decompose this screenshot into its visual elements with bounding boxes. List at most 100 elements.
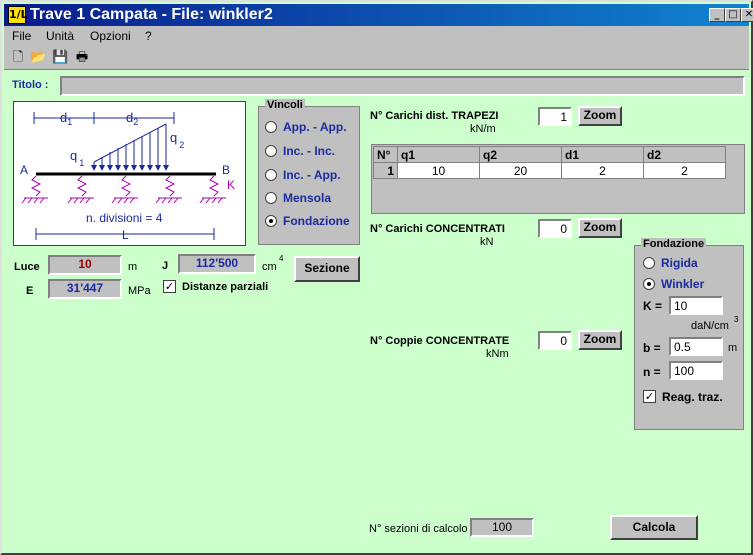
fondazione-group: Fondazione Rigida Winkler K = 10 daN/cm …	[634, 238, 744, 430]
save-disk-icon[interactable]: 💾	[52, 50, 68, 66]
spring-k-label: K	[227, 178, 235, 192]
close-button[interactable]: ✕	[741, 8, 753, 22]
zoom-trapezi-button[interactable]: Zoom	[578, 106, 622, 126]
b-input[interactable]: 0.5	[669, 337, 723, 356]
row-number: 1	[373, 162, 398, 179]
length-l-label: L	[122, 228, 129, 242]
e-unit: MPa	[128, 285, 151, 297]
radio-winkler-label: Winkler	[661, 277, 705, 291]
carichi-concentrati-unit: kN	[480, 236, 494, 248]
trapezi-table: N° q1 q2 d1 d2 1 10 20 2 2	[373, 146, 726, 179]
vincoli-group: Vincoli App. - App. Inc. - Inc. Inc. - A…	[258, 99, 360, 245]
radio-app-app-label: App. - App.	[283, 120, 347, 134]
col-header-d2: d2	[643, 146, 726, 163]
window-title: Trave 1 Campata - File: winkler2	[30, 6, 273, 23]
cell-q2[interactable]: 20	[479, 162, 562, 179]
col-header-q1: q1	[397, 146, 480, 163]
radio-fondazione[interactable]	[265, 215, 277, 227]
zoom-concentrati-button[interactable]: Zoom	[578, 218, 622, 238]
sezioni-calcolo-label: N° sezioni di calcolo	[369, 523, 468, 535]
radio-inc-app[interactable]	[265, 169, 277, 181]
titolo-input[interactable]	[60, 76, 745, 96]
n-label: n =	[643, 365, 661, 379]
beam-diagram-svg: d1 d2 q1 q2 A B K n. divisioni = 4 L	[20, 110, 235, 242]
radio-fondazione-label: Fondazione	[283, 214, 350, 228]
e-label: E	[26, 285, 34, 297]
table-header-row: N° q1 q2 d1 d2	[373, 146, 726, 163]
j-label: J	[162, 260, 169, 272]
calcola-button[interactable]: Calcola	[610, 515, 698, 540]
print-icon[interactable]: 🖶	[74, 50, 90, 66]
fondazione-title: Fondazione	[641, 238, 707, 250]
maximize-button[interactable]: □	[725, 8, 741, 22]
d2-subscript: 2	[133, 117, 138, 127]
title-bar[interactable]: 1/L Trave 1 Campata - File: winkler2 _ □…	[4, 4, 753, 26]
reag-traz-label: Reag. traz.	[662, 390, 723, 404]
radio-winkler[interactable]	[643, 278, 655, 290]
carichi-concentrati-input[interactable]: 0	[538, 219, 572, 238]
coppie-concentrate-unit: kNm	[486, 348, 509, 360]
new-file-icon[interactable]: 🗋	[10, 50, 26, 66]
j-unit: cm	[262, 261, 277, 273]
b-label: b =	[643, 341, 661, 355]
d1-label: d	[60, 110, 67, 125]
radio-app-app[interactable]	[265, 121, 277, 133]
vincoli-title: Vincoli	[265, 99, 305, 111]
b-unit: m	[728, 342, 738, 354]
coppie-concentrate-input[interactable]: 0	[538, 331, 572, 350]
q2-label: q	[170, 130, 177, 145]
cell-q1[interactable]: 10	[397, 162, 480, 179]
radio-rigida[interactable]	[643, 257, 655, 269]
menu-opzioni[interactable]: Opzioni	[90, 29, 131, 43]
reag-traz-checkbox[interactable]: ✓	[643, 390, 656, 403]
col-header-q2: q2	[479, 146, 562, 163]
distanze-parziali-checkbox[interactable]: ✓	[163, 280, 176, 293]
e-field[interactable]: 31'447	[48, 279, 122, 299]
cell-d1[interactable]: 2	[561, 162, 644, 179]
radio-inc-inc-label: Inc. - Inc.	[283, 144, 336, 158]
svg-text:d1: d1	[60, 110, 72, 127]
svg-text:q2: q2	[170, 130, 184, 150]
svg-text:q1: q1	[70, 148, 84, 168]
q2-subscript: 2	[179, 140, 184, 150]
zoom-coppie-button[interactable]: Zoom	[578, 330, 622, 350]
radio-mensola-label: Mensola	[283, 191, 332, 205]
k-unit-sup: 3	[734, 315, 739, 324]
n-input[interactable]: 100	[669, 361, 723, 380]
luce-label: Luce	[14, 261, 40, 273]
cell-d2[interactable]: 2	[643, 162, 726, 179]
carichi-trapezi-input[interactable]: 1	[538, 107, 572, 126]
j-unit-sup: 4	[279, 254, 284, 263]
distanze-parziali-label: Distanze parziali	[182, 281, 269, 293]
open-folder-icon[interactable]: 📂	[30, 50, 46, 66]
k-unit: daN/cm	[691, 320, 729, 332]
col-header-n: N°	[373, 146, 398, 163]
support-b-label: B	[222, 163, 230, 177]
col-header-d1: d1	[561, 146, 644, 163]
support-a-label: A	[20, 163, 28, 177]
k-input[interactable]: 10	[669, 296, 723, 315]
minimize-button[interactable]: _	[709, 8, 725, 22]
app-icon: 1/L	[8, 6, 28, 24]
trapezi-table-container: N° q1 q2 d1 d2 1 10 20 2 2	[371, 144, 745, 214]
luce-unit: m	[128, 261, 138, 273]
radio-mensola[interactable]	[265, 192, 277, 204]
radio-inc-inc[interactable]	[265, 145, 277, 157]
coppie-concentrate-label: N° Coppie CONCENTRATE	[370, 335, 510, 347]
carichi-concentrati-label: N° Carichi CONCENTRATI	[370, 223, 505, 235]
sezione-button[interactable]: Sezione	[294, 256, 360, 282]
beam-diagram: d1 d2 q1 q2 A B K n. divisioni = 4 L	[13, 101, 246, 246]
j-field[interactable]: 112'500	[178, 254, 256, 274]
sezioni-calcolo-field[interactable]: 100	[470, 518, 534, 537]
luce-field[interactable]: 10	[48, 255, 122, 275]
menu-bar: File Unità Opzioni ?	[4, 26, 749, 46]
carichi-trapezi-label: N° Carichi dist. TRAPEZI	[370, 110, 499, 122]
menu-unita[interactable]: Unità	[46, 29, 74, 43]
toolbar: 🗋 📂 💾 🖶	[4, 46, 749, 70]
menu-file[interactable]: File	[12, 29, 31, 43]
q1-subscript: 1	[79, 158, 84, 168]
svg-text:d2: d2	[126, 110, 138, 127]
k-label: K =	[643, 299, 663, 313]
d1-subscript: 1	[67, 117, 72, 127]
menu-help[interactable]: ?	[145, 29, 152, 43]
